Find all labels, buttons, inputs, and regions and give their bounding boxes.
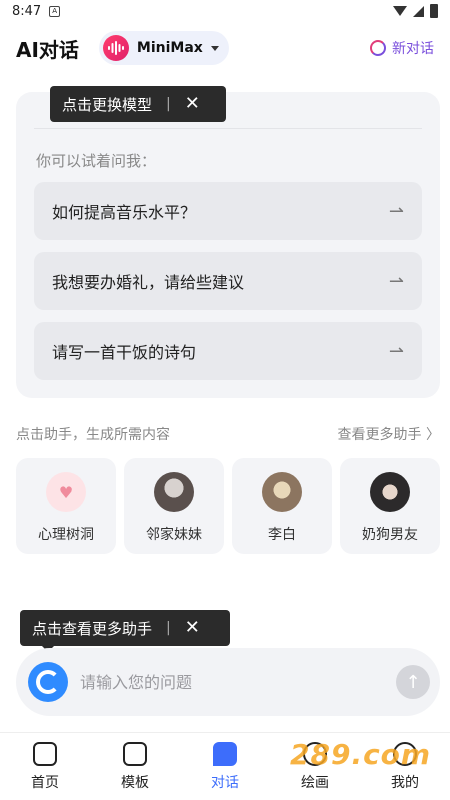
suggestion-item[interactable]: 请写一首干饭的诗句 ⇀ xyxy=(34,322,422,380)
boy-avatar xyxy=(370,472,410,512)
assistant-card[interactable]: ♥ 心理树洞 xyxy=(16,458,116,554)
refresh-icon xyxy=(370,40,386,56)
wifi-icon xyxy=(393,6,407,16)
home-icon xyxy=(33,741,57,766)
assistant-label: 李白 xyxy=(268,527,296,543)
watermark-logo: 289.com xyxy=(290,738,432,771)
nav-label: 对话 xyxy=(211,774,239,791)
close-icon[interactable]: ✕ xyxy=(185,619,200,637)
new-chat-label: 新对话 xyxy=(392,41,434,57)
assistant-label: 邻家妹妹 xyxy=(146,527,202,543)
assistant-hint: 点击助手，生成所需内容 xyxy=(16,427,170,443)
assistant-header: 点击助手，生成所需内容 查看更多助手 〉 xyxy=(16,424,440,444)
poet-avatar xyxy=(262,472,302,512)
chevron-down-icon xyxy=(210,45,219,51)
status-icons xyxy=(393,4,438,18)
tooltip-separator: | xyxy=(166,620,171,636)
close-icon[interactable]: ✕ xyxy=(185,95,200,113)
assistant-card[interactable]: 李白 xyxy=(232,458,332,554)
nav-label: 模板 xyxy=(121,774,149,791)
nav-item-template[interactable]: 模板 xyxy=(105,741,165,792)
chat-input[interactable] xyxy=(80,662,396,702)
assistant-label: 心理树洞 xyxy=(38,527,94,543)
signal-icon xyxy=(413,5,424,17)
suggestion-item[interactable]: 如何提高音乐水平？ ⇀ xyxy=(34,182,422,240)
nav-label: 我的 xyxy=(391,774,419,791)
assistant-card[interactable]: 邻家妹妹 xyxy=(124,458,224,554)
app-header: AI对话 MiniMax 新对话 xyxy=(0,28,450,68)
divider xyxy=(34,128,422,129)
assistant-logo-icon[interactable] xyxy=(28,662,68,702)
notification-icon: A xyxy=(49,5,61,17)
model-selector[interactable]: MiniMax xyxy=(98,31,229,65)
status-bar: 8:47 A xyxy=(0,0,450,22)
suggestion-label: 如何提高音乐水平？ xyxy=(52,203,197,222)
assistant-list: ♥ 心理树洞 邻家妹妹 李白 奶狗男友 xyxy=(16,458,440,554)
page-title: AI对话 xyxy=(16,37,79,62)
arrow-right-icon: ⇀ xyxy=(388,200,404,222)
assistant-tooltip: 点击查看更多助手 | ✕ xyxy=(20,610,230,652)
assistant-card[interactable]: 奶狗男友 xyxy=(340,458,440,554)
tooltip-text: 点击更换模型 xyxy=(62,95,153,114)
nav-item-home[interactable]: 首页 xyxy=(15,741,75,792)
nav-label: 绘画 xyxy=(301,774,329,791)
new-chat-button[interactable]: 新对话 xyxy=(370,38,434,58)
suggestion-label: 请写一首干饭的诗句 xyxy=(52,343,197,362)
assistant-label: 奶狗男友 xyxy=(362,527,418,543)
nav-label: 首页 xyxy=(31,774,59,791)
model-name: MiniMax xyxy=(136,40,203,56)
template-icon xyxy=(123,741,147,766)
chat-input-bar: ↑ xyxy=(16,648,440,716)
nav-item-chat[interactable]: 对话 xyxy=(195,741,255,792)
suggestion-hint: 你可以试着问我： xyxy=(36,152,157,170)
send-button[interactable]: ↑ xyxy=(396,665,430,699)
battery-icon xyxy=(430,4,438,18)
status-time: 8:47 xyxy=(12,3,42,19)
girl-avatar xyxy=(154,472,194,512)
chat-icon xyxy=(213,741,237,766)
arrow-right-icon: ⇀ xyxy=(388,270,404,292)
arrow-right-icon: ⇀ xyxy=(388,340,404,362)
model-tooltip: 点击更换模型 | ✕ xyxy=(50,86,226,122)
heart-icon: ♥ xyxy=(46,472,86,512)
minimax-logo-icon xyxy=(102,35,129,61)
suggestion-card: 你可以试着问我： 如何提高音乐水平？ ⇀ 我想要办婚礼，请给些建议 ⇀ 请写一首… xyxy=(16,92,440,398)
tooltip-separator: | xyxy=(166,96,171,112)
suggestion-label: 我想要办婚礼，请给些建议 xyxy=(52,273,245,292)
more-assistants-link[interactable]: 查看更多助手 〉 xyxy=(338,424,440,444)
suggestion-item[interactable]: 我想要办婚礼，请给些建议 ⇀ xyxy=(34,252,422,310)
tooltip-text: 点击查看更多助手 xyxy=(32,619,153,638)
